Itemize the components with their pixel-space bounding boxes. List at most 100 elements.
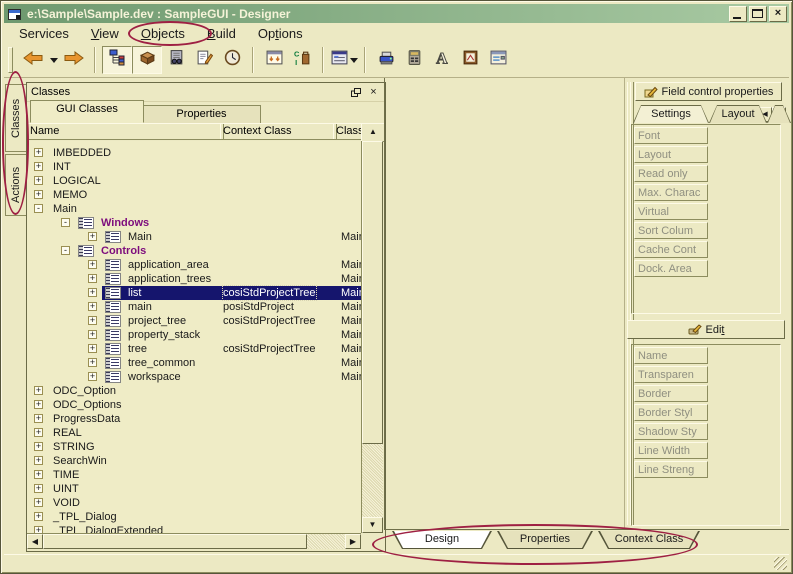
style-button-border-styl[interactable]: Border Styl [634,404,708,421]
tree-row-memo[interactable]: +MEMO [27,188,361,202]
classes-tab-properties[interactable]: Properties [142,105,261,123]
tree-row-tree[interactable]: +treecosiStdProjectTreeMain [27,342,361,356]
style-button-border[interactable]: Border [634,385,708,402]
dock-tab-actions[interactable]: Actions [5,154,27,216]
printer-button[interactable] [372,47,400,73]
properties-tab-settings[interactable]: Settings [633,105,709,123]
expand-icon[interactable]: + [88,372,97,381]
dock-tab-classes[interactable]: Classes [5,84,27,152]
expand-icon[interactable]: + [88,330,97,339]
package-button[interactable] [132,46,162,74]
expand-icon[interactable]: + [34,484,43,493]
expand-icon[interactable]: + [34,526,43,533]
close-panel-button[interactable]: × [366,86,381,99]
field-control-properties-button[interactable]: Field control properties [635,82,782,101]
tree-row-_tpl_dialog[interactable]: +_TPL_Dialog [27,510,361,524]
expand-icon[interactable]: + [88,358,97,367]
console-button[interactable] [400,47,428,73]
class-interface-button[interactable]: CI [288,47,316,73]
expand-icon[interactable]: + [88,260,97,269]
expand-icon[interactable]: + [34,512,43,521]
column-header-context-class[interactable]: Context Class [220,123,337,140]
toolbar-grip[interactable] [8,47,13,73]
tree-row-searchwin[interactable]: +SearchWin [27,454,361,468]
tree-row-windows[interactable]: -Windows [27,216,361,230]
menu-objects[interactable]: Objects [130,24,196,43]
tree-row-project_tree[interactable]: +project_treecosiStdProjectTreeMain [27,314,361,328]
back-history-caret-button[interactable] [47,47,60,73]
tree-row-int[interactable]: +INT [27,160,361,174]
tree-row-real[interactable]: +REAL [27,426,361,440]
view-tab-properties[interactable]: Properties [497,531,593,549]
dialog-button[interactable] [484,47,512,73]
edit-source-button[interactable] [190,47,218,73]
minimize-button[interactable] [729,6,747,22]
collapse-icon[interactable]: - [61,246,70,255]
tree-row-application_trees[interactable]: +application_treesMain [27,272,361,286]
forward-button[interactable] [60,47,88,73]
expand-icon[interactable]: + [34,498,43,507]
tree-vertical-scrollbar[interactable]: ▼ [361,141,383,533]
setting-button-font[interactable]: Font [634,127,708,144]
tree-row-tree_common[interactable]: +tree_commonMain [27,356,361,370]
tree-row-_tpl_dialogextended[interactable]: +_TPL_DialogExtended [27,524,361,533]
expand-icon[interactable]: + [34,190,43,199]
tree-row-main[interactable]: +mainposiStdProjectMain [27,300,361,314]
tree-row-uint[interactable]: +UINT [27,482,361,496]
menu-options[interactable]: Options [247,24,314,43]
setting-button-layout[interactable]: Layout [634,146,708,163]
setting-button-read-only[interactable]: Read only [634,165,708,182]
expand-icon[interactable]: + [34,386,43,395]
menu-view[interactable]: View [80,24,130,43]
import-window-button[interactable] [260,47,288,73]
edit-button[interactable]: Edit [627,320,785,339]
style-button-shadow-sty[interactable]: Shadow Sty [634,423,708,440]
back-button[interactable] [19,47,47,73]
style-button-name[interactable]: Name [634,347,708,364]
expand-icon[interactable]: + [34,176,43,185]
properties-tab-layout[interactable]: Layout [709,105,767,123]
expand-icon[interactable]: + [88,316,97,325]
sort-ascending-button[interactable]: ▲ [361,123,385,142]
expand-icon[interactable]: + [88,232,97,241]
tree-horizontal-scrollbar[interactable]: ◀ ▶ [27,533,361,549]
horizontal-scroll-thumb[interactable] [43,534,307,549]
clock-button[interactable] [218,47,246,73]
close-button[interactable]: × [769,6,787,22]
notebook-button[interactable] [162,47,190,73]
expand-icon[interactable]: + [34,148,43,157]
column-header-name[interactable]: Name [27,123,224,140]
expand-icon[interactable]: + [34,414,43,423]
tree-row-odc_options[interactable]: +ODC_Options [27,398,361,412]
scroll-left-button[interactable]: ◀ [27,534,43,549]
classes-tab-gui-classes[interactable]: GUI Classes [30,100,144,123]
vertical-scroll-thumb[interactable] [362,141,383,444]
expand-icon[interactable]: + [88,274,97,283]
style-button-transparen[interactable]: Transparen [634,366,708,383]
style-button-line-streng[interactable]: Line Streng [634,461,708,478]
float-panel-button[interactable] [348,86,363,99]
setting-button-sort-colum[interactable]: Sort Colum [634,222,708,239]
tree-row-controls[interactable]: -Controls [27,244,361,258]
form-select-button[interactable] [330,47,358,73]
tree-row-logical[interactable]: +LOGICAL [27,174,361,188]
tree-row-imbedded[interactable]: +IMBEDDED [27,146,361,160]
tree-row-time[interactable]: +TIME [27,468,361,482]
setting-button-virtual[interactable]: Virtual [634,203,708,220]
expand-icon[interactable]: + [88,302,97,311]
expand-icon[interactable]: + [34,162,43,171]
menu-build[interactable]: Build [196,24,247,43]
expand-icon[interactable]: + [34,470,43,479]
tree-row-progressdata[interactable]: +ProgressData [27,412,361,426]
expand-icon[interactable]: + [34,456,43,465]
resize-grip[interactable] [774,557,787,570]
setting-button-cache-cont[interactable]: Cache Cont [634,241,708,258]
view-tab-design[interactable]: Design [392,531,492,549]
scroll-down-button[interactable]: ▼ [362,517,383,533]
image-button[interactable] [456,47,484,73]
maximize-button[interactable] [749,6,767,22]
tree-row-odc_option[interactable]: +ODC_Option [27,384,361,398]
scroll-right-button[interactable]: ▶ [345,534,361,549]
setting-button-dock-area[interactable]: Dock. Area [634,260,708,277]
style-button-line-width[interactable]: Line Width [634,442,708,459]
